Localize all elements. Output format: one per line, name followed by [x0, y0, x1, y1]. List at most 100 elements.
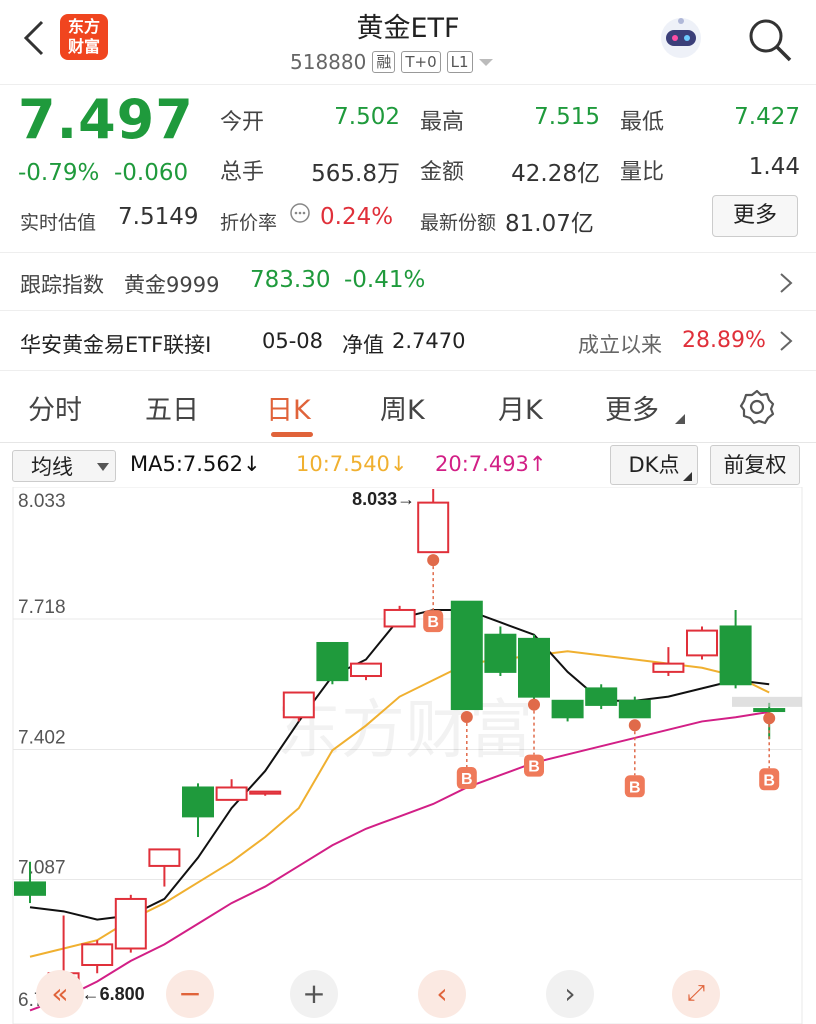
candle-body [249, 790, 282, 795]
b-dot [460, 711, 473, 724]
candle [417, 489, 450, 554]
zoom-in-button[interactable]: + [290, 970, 338, 1018]
candle [719, 609, 752, 689]
tracking-index-row[interactable]: 跟踪指数 黄金9999 783.30 -0.41% [0, 252, 816, 311]
scroll-left-button[interactable]: ‹ [418, 970, 466, 1018]
scroll-right-button[interactable]: › [546, 970, 594, 1018]
fund-name: 华安黄金易ETF联接I [20, 333, 212, 357]
candle-body [652, 662, 685, 673]
tab-more[interactable]: 更多 [605, 388, 659, 427]
open-value: 7.502 [334, 104, 400, 130]
app-header: 东方 财富 黄金ETF 518880 融 T+0 L1 [0, 0, 816, 85]
tab-intraday[interactable]: 分时 [28, 388, 82, 427]
info-icon[interactable] [289, 202, 311, 224]
candle-body [182, 786, 214, 818]
candle [484, 626, 517, 677]
candle-body [14, 881, 46, 896]
chevron-down-icon [97, 463, 109, 471]
settings-gear-icon[interactable] [738, 388, 776, 426]
tab-five-day[interactable]: 五日 [145, 388, 199, 427]
tab-daily-k[interactable]: 日K [266, 388, 311, 427]
candle [81, 940, 114, 974]
b-dot [528, 698, 540, 711]
scroll-left-fast-button[interactable]: « [36, 970, 84, 1018]
volume-ratio-label: 量比 [620, 160, 665, 185]
candle-body [484, 633, 517, 673]
indicator-select-value: 均线 [31, 455, 73, 479]
shares-label: 最新份额 [420, 212, 497, 234]
b-badge-label: B [461, 771, 473, 788]
candle-body [450, 600, 483, 711]
amount-label: 金额 [420, 160, 465, 185]
b-signal: B [759, 712, 780, 791]
candle-body [350, 662, 382, 678]
robot-assistant-icon[interactable] [656, 14, 706, 64]
candle-body [417, 501, 450, 554]
tab-weekly-k[interactable]: 周K [380, 388, 425, 427]
min-price-label: ←6.800 [82, 984, 145, 1004]
candle-body [148, 848, 181, 867]
max-price-label: 8.033→ [352, 489, 415, 509]
ma10-readout: 10:7.540↓ [296, 452, 408, 476]
search-icon[interactable] [746, 16, 794, 64]
iopv-label: 实时估值 [20, 212, 97, 234]
shares-value: 81.07亿 [505, 211, 594, 237]
margin-tag: 融 [372, 51, 396, 73]
b-signal: B [624, 719, 645, 798]
fund-date: 05-08 [262, 329, 324, 353]
level-tag: L1 [446, 51, 473, 73]
change-pct: -0.79% [18, 160, 100, 186]
candle-body [316, 641, 349, 682]
iopv-value: 7.5149 [118, 204, 199, 230]
active-tab-indicator [271, 432, 313, 437]
watermark: 东方财富 [277, 694, 533, 766]
corner-triangle-icon [683, 472, 692, 481]
candle [686, 626, 718, 660]
y-axis-labels: 8.0337.7187.4027.0876.771 [18, 491, 66, 1011]
current-price-band [732, 696, 802, 707]
dk-point-button[interactable]: DK点 [610, 445, 698, 485]
candle-body [618, 699, 651, 719]
fullscreen-button[interactable]: ⤢ [672, 970, 720, 1018]
fund-nav-label: 净值 [342, 333, 384, 357]
more-button[interactable]: 更多 [712, 195, 798, 237]
y-tick-label: 8.033 [18, 491, 66, 512]
candle-body [81, 943, 114, 967]
candle [249, 790, 282, 796]
b-badge-label: B [763, 772, 775, 789]
y-tick-label: 7.087 [18, 858, 66, 879]
candle [182, 783, 214, 838]
y-tick-label: 7.718 [18, 597, 66, 618]
tab-monthly-k[interactable]: 月K [498, 388, 543, 427]
candle-body [753, 708, 786, 713]
since-inception-value: 28.89% [682, 328, 766, 353]
candle-body [383, 608, 416, 628]
t0-tag: T+0 [401, 51, 441, 73]
candle [148, 848, 181, 887]
discount-value: 0.24% [320, 204, 394, 230]
y-tick-label: 7.402 [18, 728, 66, 749]
b-dot [628, 719, 641, 732]
candlestick-chart[interactable]: 东方财富 8.0337.7187.4027.0876.771 BBBBB 8.0… [0, 487, 816, 1024]
tracking-label: 跟踪指数 [20, 273, 104, 297]
candle-body [114, 897, 147, 950]
linked-fund-row[interactable]: 华安黄金易ETF联接I 05-08 净值 2.7470 成立以来 28.89% [0, 310, 816, 371]
dk-point-label: DK点 [628, 453, 680, 477]
dropdown-icon[interactable] [478, 57, 493, 67]
indicator-select[interactable]: 均线 [12, 450, 116, 482]
candle-body [585, 687, 618, 706]
volume-ratio-value: 1.44 [748, 154, 800, 180]
since-inception-label: 成立以来 [578, 333, 662, 357]
candle [518, 634, 550, 701]
corner-triangle-icon [675, 414, 685, 424]
fund-nav-value: 2.7470 [392, 329, 466, 353]
high-value: 7.515 [534, 104, 600, 130]
b-signal: B [423, 554, 444, 633]
candle [450, 600, 483, 711]
tracking-index-name: 黄金9999 [124, 273, 220, 297]
adjustment-button[interactable]: 前复权 [710, 445, 800, 485]
candle-body [686, 629, 718, 657]
high-label: 最高 [420, 110, 465, 135]
zoom-out-button[interactable]: − [166, 970, 214, 1018]
low-label: 最低 [620, 110, 665, 135]
